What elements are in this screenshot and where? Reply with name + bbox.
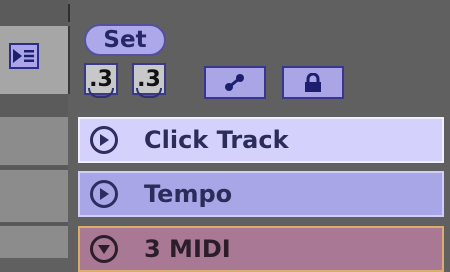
lock-button[interactable] [282, 66, 344, 99]
track-header-tempo[interactable]: Tempo [78, 171, 444, 217]
arrangement-toggle-button[interactable] [9, 43, 39, 69]
value-arc-icon [88, 88, 114, 98]
divider [68, 4, 70, 22]
track-row-left [0, 226, 68, 258]
value-arc-icon [136, 88, 162, 98]
lock-icon [305, 72, 321, 92]
play-triangle-icon [100, 134, 109, 146]
set-button[interactable]: Set [84, 24, 166, 56]
track-row-left [0, 170, 68, 222]
play-triangle-icon [100, 188, 109, 200]
track-row-left [0, 117, 68, 165]
track-fold-button[interactable] [90, 126, 118, 154]
track-name: Click Track [144, 126, 289, 154]
track-fold-button[interactable] [90, 180, 118, 208]
row-separator [0, 167, 68, 169]
play-list-icon [13, 49, 34, 63]
automation-button[interactable] [204, 66, 266, 99]
track-header-3-midi[interactable]: 3 MIDI [78, 226, 444, 272]
track-header-click-track[interactable]: Click Track [78, 117, 444, 163]
automation-curve-icon [225, 73, 244, 91]
row-separator [0, 223, 68, 225]
down-triangle-icon [98, 245, 110, 254]
track-name: 3 MIDI [144, 235, 231, 263]
track-name: Tempo [144, 180, 233, 208]
track-fold-button[interactable] [90, 235, 118, 263]
divider [68, 26, 70, 94]
